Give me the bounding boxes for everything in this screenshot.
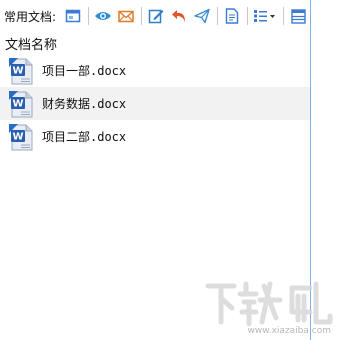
send-icon[interactable] [191, 5, 213, 27]
list-item[interactable]: W 项目一部.docx [0, 54, 310, 87]
eye-icon[interactable] [92, 5, 114, 27]
toolbar-separator [141, 7, 143, 25]
list-item[interactable]: W 财务数据.docx [0, 87, 310, 120]
file-name: 财务数据.docx [42, 97, 127, 111]
svg-text:W: W [12, 65, 23, 76]
watermark-logo: www.xiazaiba.com [200, 278, 335, 338]
list-item[interactable]: W 项目二部.docx [0, 120, 310, 153]
toolbar: 常用文档: [0, 4, 311, 28]
word-document-icon: W [9, 90, 33, 117]
toolbar-separator [247, 7, 249, 25]
file-name: 项目一部.docx [42, 64, 127, 78]
svg-text:W: W [12, 131, 23, 142]
word-document-icon: W [9, 123, 33, 150]
window-icon[interactable] [62, 5, 84, 27]
toolbar-separator [88, 7, 90, 25]
toolbar-separator [217, 7, 219, 25]
xiazaiba-logo [205, 281, 333, 327]
toolbar-label: 常用文档: [4, 9, 57, 24]
undo-icon[interactable] [168, 5, 190, 27]
edit-icon[interactable] [145, 5, 167, 27]
svg-text:W: W [12, 98, 23, 109]
column-header-document-name: 文档名称 [5, 38, 58, 53]
view-list-icon[interactable] [251, 5, 279, 27]
toolbar-separator [283, 7, 285, 25]
mail-icon[interactable] [115, 5, 137, 27]
document-icon[interactable] [221, 5, 243, 27]
file-name: 项目二部.docx [42, 130, 127, 144]
watermark-url: www.xiazaiba.com [247, 326, 331, 336]
grid-icon[interactable] [287, 5, 309, 27]
word-document-icon: W [9, 57, 33, 84]
file-list: W 项目一部.docx W 财务数据.docx W 项目二部.docx [0, 54, 310, 153]
